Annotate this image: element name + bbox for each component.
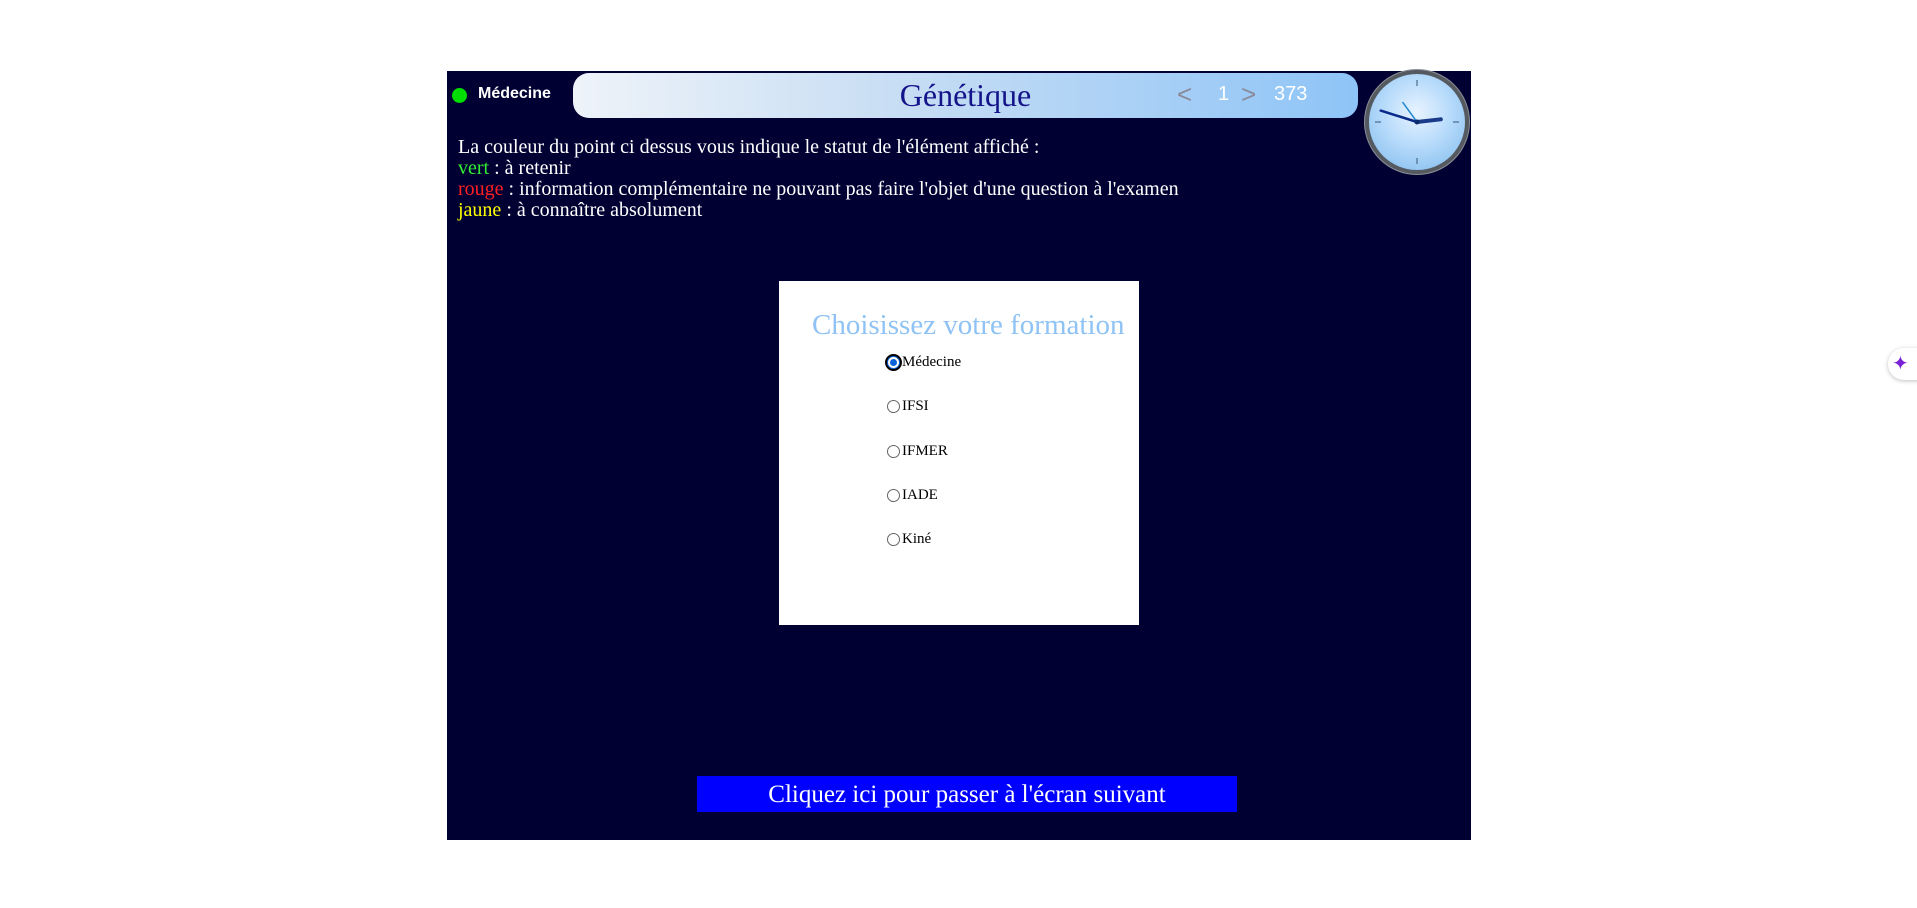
legend-color-word: vert bbox=[458, 157, 490, 179]
page-number: 1 bbox=[1218, 83, 1230, 105]
picker-title: Choisissez votre formation bbox=[812, 309, 1125, 341]
extension-button[interactable]: ✦ bbox=[1888, 348, 1917, 380]
radio-button[interactable] bbox=[887, 532, 900, 546]
clock-minute-hand bbox=[1379, 109, 1419, 124]
status-dot bbox=[452, 88, 467, 103]
radio-label: IFMER bbox=[902, 442, 948, 459]
legend-color-word: jaune bbox=[458, 199, 502, 221]
legend-item-yellow: jaune : à connaître absolument bbox=[458, 200, 1278, 221]
next-screen-button[interactable]: Cliquez ici pour passer à l'écran suivan… bbox=[697, 776, 1237, 812]
clock-center bbox=[1414, 119, 1420, 125]
radio-option-iade[interactable]: IADE bbox=[887, 485, 938, 505]
radio-label: Médecine bbox=[902, 353, 962, 370]
clock-face bbox=[1375, 80, 1459, 164]
sparkle-icon: ✦ bbox=[1892, 351, 1909, 375]
radio-option-medecine[interactable]: Médecine bbox=[887, 352, 961, 372]
legend-text: : information complémentaire ne pouvant … bbox=[503, 178, 1179, 200]
legend-text: : à retenir bbox=[489, 157, 571, 179]
title-bar: Génétique < 1 > 373 bbox=[573, 73, 1358, 118]
legend-text: : à connaître absolument bbox=[501, 199, 703, 221]
radio-label: IADE bbox=[902, 486, 938, 503]
radio-option-ifmer[interactable]: IFMER bbox=[887, 441, 948, 461]
legend-item-green: vert : à retenir bbox=[458, 158, 1278, 179]
app-frame: Médecine Génétique < 1 > 373 La couleur … bbox=[447, 71, 1471, 840]
legend-color-word: rouge bbox=[458, 178, 504, 200]
formation-picker: Choisissez votre formation Médecine IFSI… bbox=[779, 281, 1139, 625]
radio-button[interactable] bbox=[887, 399, 900, 413]
radio-button[interactable] bbox=[887, 488, 900, 502]
radio-option-ifsi[interactable]: IFSI bbox=[887, 396, 929, 416]
legend-intro: La couleur du point ci dessus vous indiq… bbox=[458, 136, 1040, 158]
radio-label: IFSI bbox=[902, 397, 929, 414]
radio-label: Kiné bbox=[902, 530, 932, 547]
radio-button[interactable] bbox=[887, 355, 900, 369]
status-legend: La couleur du point ci dessus vous indiq… bbox=[458, 137, 1278, 221]
next-icon[interactable]: > bbox=[1241, 79, 1256, 109]
clock-hour-hand bbox=[1415, 117, 1443, 124]
formation-label: Médecine bbox=[478, 85, 551, 102]
previous-icon[interactable]: < bbox=[1177, 79, 1192, 109]
clock bbox=[1369, 74, 1465, 170]
radio-option-kine[interactable]: Kiné bbox=[887, 529, 931, 549]
page-total: 373 bbox=[1274, 83, 1308, 105]
legend-item-red: rouge : information complémentaire ne po… bbox=[458, 179, 1278, 200]
radio-button[interactable] bbox=[887, 444, 900, 458]
